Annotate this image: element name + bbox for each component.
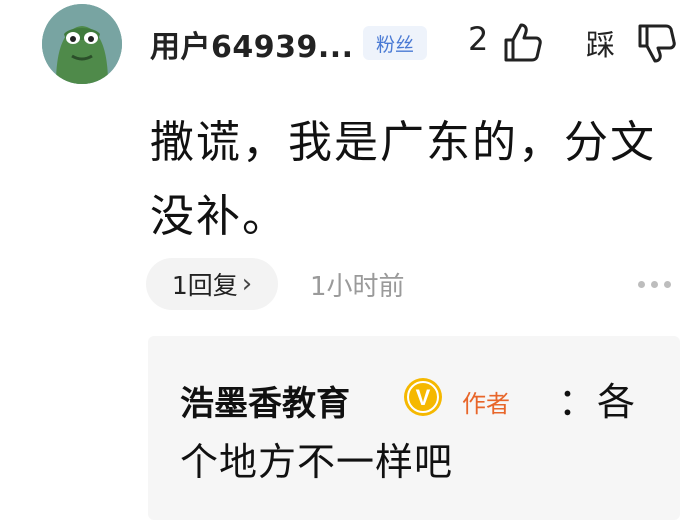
reply-separator: ： bbox=[558, 380, 598, 424]
more-options-button[interactable] bbox=[638, 278, 678, 290]
comment-text: 撒谎，我是广东的，分文没补。 bbox=[150, 117, 656, 242]
reply-author-name[interactable]: 浩墨香教育 bbox=[180, 376, 350, 425]
dislike-button[interactable] bbox=[634, 20, 678, 66]
author-tag: 作者 bbox=[462, 390, 510, 418]
avatar[interactable] bbox=[42, 4, 122, 84]
dot-icon bbox=[651, 280, 658, 288]
comment-time: 1小时前 bbox=[310, 272, 405, 302]
dot-icon bbox=[638, 280, 645, 288]
avatar-image bbox=[42, 4, 122, 84]
author-reply-box[interactable]: ：各个地方不一样吧 浩墨香教育 V 作者 bbox=[148, 336, 680, 520]
view-replies-button[interactable]: 1回复 › bbox=[146, 258, 278, 310]
dislike-label: 踩 bbox=[586, 28, 616, 62]
dot-icon bbox=[664, 280, 671, 288]
like-button[interactable] bbox=[500, 20, 544, 64]
reply-count-label: 1回复 bbox=[171, 271, 238, 300]
thumbs-down-icon bbox=[638, 24, 676, 63]
like-count: 2 bbox=[468, 20, 489, 58]
verified-badge-icon: V bbox=[404, 378, 442, 416]
verified-mark: V bbox=[416, 385, 431, 410]
chevron-right-icon: › bbox=[241, 269, 253, 299]
comment-username[interactable]: 用户64939... bbox=[150, 22, 354, 66]
thumbs-up-icon bbox=[504, 23, 542, 62]
fan-badge: 粉丝 bbox=[363, 26, 427, 60]
